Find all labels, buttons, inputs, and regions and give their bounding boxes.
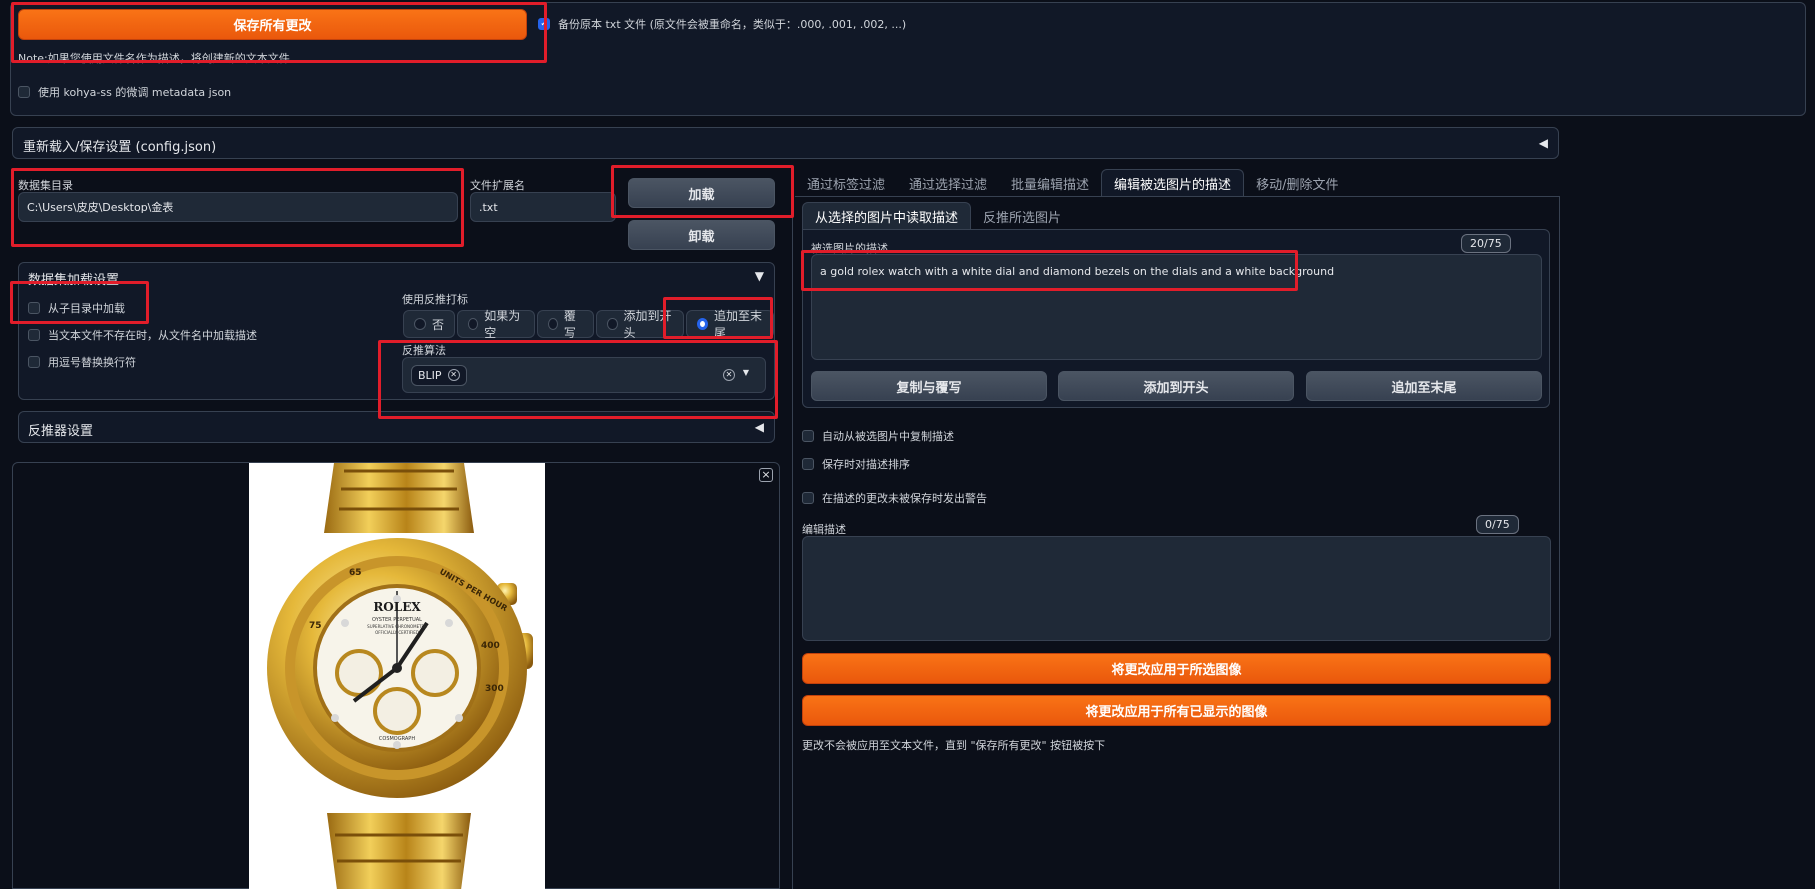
edit-caption-label: 编辑描述	[802, 523, 846, 536]
load-settings-panel: 数据集加载设置 ▼ 从子目录中加载 当文本文件不存在时，从文件名中加载描述 用逗…	[18, 262, 775, 400]
watch-bezel-75: 75	[309, 621, 322, 631]
interrogator-toggle-icon[interactable]: ◀	[755, 420, 764, 434]
edit-caption-counter: 0/75	[1476, 515, 1519, 534]
load-settings-toggle-icon[interactable]: ▼	[755, 269, 764, 283]
warn-unsaved-option[interactable]: 在描述的更改未被保存时发出警告	[802, 490, 987, 506]
algo-chip: BLIP ✕	[411, 364, 467, 386]
radio-prepend-label: 添加到开头	[623, 309, 672, 340]
close-icon[interactable]: ×	[759, 468, 773, 482]
radio-option-append[interactable]: 追加至末尾	[686, 309, 774, 340]
from-filename-label: 当文本文件不存在时，从文件名中加载描述	[48, 329, 257, 342]
load-button[interactable]: 加载	[628, 178, 775, 208]
dataset-dir-input[interactable]: C:\Users\皮皮\Desktop\金表	[18, 192, 458, 222]
watch-image: ROLEX OYSTER PERPETUAL SUPERLATIVE CHRON…	[267, 463, 533, 889]
unload-button[interactable]: 卸载	[628, 220, 775, 250]
apply-note: 更改不会被应用至文本文件，直到 "保存所有更改" 按钮被按下	[802, 739, 1106, 752]
radio-option-overwrite[interactable]: 覆写	[536, 309, 595, 340]
subtab-read-caption[interactable]: 从选择的图片中读取描述	[802, 202, 972, 230]
save-all-button[interactable]: 保存所有更改	[18, 9, 527, 40]
radio-no[interactable]	[414, 318, 426, 330]
radio-append[interactable]	[697, 318, 709, 330]
radio-prepend[interactable]	[607, 318, 618, 330]
radio-no-label: 否	[432, 317, 445, 332]
subdir-checkbox[interactable]	[28, 302, 40, 314]
algo-dropdown[interactable]: BLIP ✕ ✕ ▼	[402, 357, 766, 393]
from-filename-option[interactable]: 当文本文件不存在时，从文件名中加载描述	[28, 327, 257, 343]
radio-option-prepend[interactable]: 添加到开头	[596, 309, 685, 340]
selected-caption-counter: 20/75	[1461, 234, 1511, 253]
main-tabs: 通过标签过滤 通过选择过滤 批量编辑描述 编辑被选图片的描述 移动/删除文件	[795, 169, 1350, 197]
comma-label: 用逗号替换换行符	[48, 356, 136, 369]
kohya-checkbox[interactable]	[18, 86, 30, 98]
tab-move-delete[interactable]: 移动/删除文件	[1244, 169, 1350, 197]
radio-overwrite[interactable]	[547, 318, 558, 330]
caption-block: 被选图片的描述 20/75 a gold rolex watch with a …	[802, 229, 1550, 408]
watch-bezel-300: 300	[485, 684, 504, 694]
radio-if-empty-label: 如果为空	[484, 309, 521, 340]
kohya-label: 使用 kohya-ss 的微调 metadata json	[38, 86, 232, 99]
watch-line1: OYSTER PERPETUAL	[372, 617, 422, 623]
radio-option-no[interactable]: 否	[403, 310, 456, 338]
interrogator-accordion[interactable]: 反推器设置 ◀	[18, 411, 775, 443]
apply-all-button[interactable]: 将更改应用于所有已显示的图像	[802, 695, 1551, 726]
file-ext-label: 文件扩展名	[470, 179, 525, 192]
radio-overwrite-label: 覆写	[563, 309, 576, 340]
tab-filter-tags[interactable]: 通过标签过滤	[795, 169, 897, 197]
tab-filter-selection[interactable]: 通过选择过滤	[897, 169, 999, 197]
radio-append-label: 追加至末尾	[714, 309, 763, 340]
clear-icon[interactable]: ✕	[723, 369, 735, 381]
image-preview-panel: ROLEX OYSTER PERPETUAL SUPERLATIVE CHRON…	[12, 462, 780, 889]
image-preview[interactable]: ROLEX OYSTER PERPETUAL SUPERLATIVE CHRON…	[249, 463, 545, 889]
warn-unsaved-checkbox[interactable]	[802, 492, 814, 504]
interrogate-radio-group: 否 如果为空 覆写 添加到开头 追加至末尾	[403, 309, 774, 340]
interrogate-label: 使用反推打标	[402, 293, 468, 306]
watch-line3: OFFICIALLY CERTIFIED	[375, 630, 419, 635]
prepend-button[interactable]: 添加到开头	[1058, 371, 1294, 401]
selected-caption-textarea[interactable]: a gold rolex watch with a white dial and…	[811, 254, 1542, 360]
auto-copy-option[interactable]: 自动从被选图片中复制描述	[802, 428, 954, 444]
watch-bezel-65: 65	[349, 568, 362, 578]
comma-checkbox[interactable]	[28, 356, 40, 368]
tab-batch-edit[interactable]: 批量编辑描述	[999, 169, 1101, 197]
comma-option[interactable]: 用逗号替换换行符	[28, 354, 136, 370]
apply-selected-button[interactable]: 将更改应用于所选图像	[802, 653, 1551, 684]
chevron-down-icon[interactable]: ▼	[743, 368, 749, 377]
load-settings-title: 数据集加载设置	[28, 273, 120, 288]
watch-line4: COSMOGRAPH	[379, 736, 415, 742]
config-title: 重新载入/保存设置 (config.json)	[23, 140, 217, 155]
watch-bezel-400: 400	[481, 641, 500, 651]
subtab-interrogate[interactable]: 反推所选图片	[971, 202, 1073, 230]
watch-line2: SUPERLATIVE CHRONOMETER	[367, 624, 427, 629]
algo-label: 反推算法	[402, 344, 446, 357]
tab-edit-selected[interactable]: 编辑被选图片的描述	[1101, 169, 1245, 197]
copy-overwrite-button[interactable]: 复制与覆写	[811, 371, 1047, 401]
filename-note: Note:如果您使用文件名作为描述，将创建新的文本文件	[18, 52, 290, 65]
append-button[interactable]: 追加至末尾	[1306, 371, 1542, 401]
config-toggle-icon[interactable]: ◀	[1539, 136, 1548, 150]
subdir-option[interactable]: 从子目录中加载	[28, 300, 125, 316]
auto-copy-label: 自动从被选图片中复制描述	[822, 430, 954, 443]
auto-copy-checkbox[interactable]	[802, 430, 814, 442]
warn-unsaved-label: 在描述的更改未被保存时发出警告	[822, 492, 987, 505]
interrogator-title: 反推器设置	[28, 424, 94, 439]
chip-remove-icon[interactable]: ✕	[447, 369, 460, 381]
kohya-option[interactable]: 使用 kohya-ss 的微调 metadata json	[18, 84, 231, 100]
file-ext-input[interactable]: .txt	[470, 192, 616, 222]
backup-option[interactable]: ✓ 备份原本 txt 文件 (原文件会被重命名，类似于：.000, .001, …	[538, 16, 906, 32]
from-filename-checkbox[interactable]	[28, 329, 40, 341]
watch-brand: ROLEX	[373, 600, 421, 614]
sub-tabs: 从选择的图片中读取描述 反推所选图片	[802, 202, 1073, 230]
sort-on-save-option[interactable]: 保存时对描述排序	[802, 456, 910, 472]
algo-chip-label: BLIP	[418, 368, 442, 382]
radio-option-if-empty[interactable]: 如果为空	[457, 309, 535, 340]
subdir-label: 从子目录中加载	[48, 302, 125, 315]
sort-on-save-label: 保存时对描述排序	[822, 458, 910, 471]
backup-checkbox[interactable]: ✓	[538, 18, 550, 30]
radio-if-empty[interactable]	[468, 318, 479, 330]
dataset-dir-label: 数据集目录	[18, 179, 73, 192]
edit-caption-textarea[interactable]	[802, 536, 1551, 641]
sort-on-save-checkbox[interactable]	[802, 458, 814, 470]
config-accordion[interactable]: 重新载入/保存设置 (config.json) ◀	[12, 127, 1559, 159]
backup-label: 备份原本 txt 文件 (原文件会被重命名，类似于：.000, .001, .0…	[558, 18, 907, 31]
